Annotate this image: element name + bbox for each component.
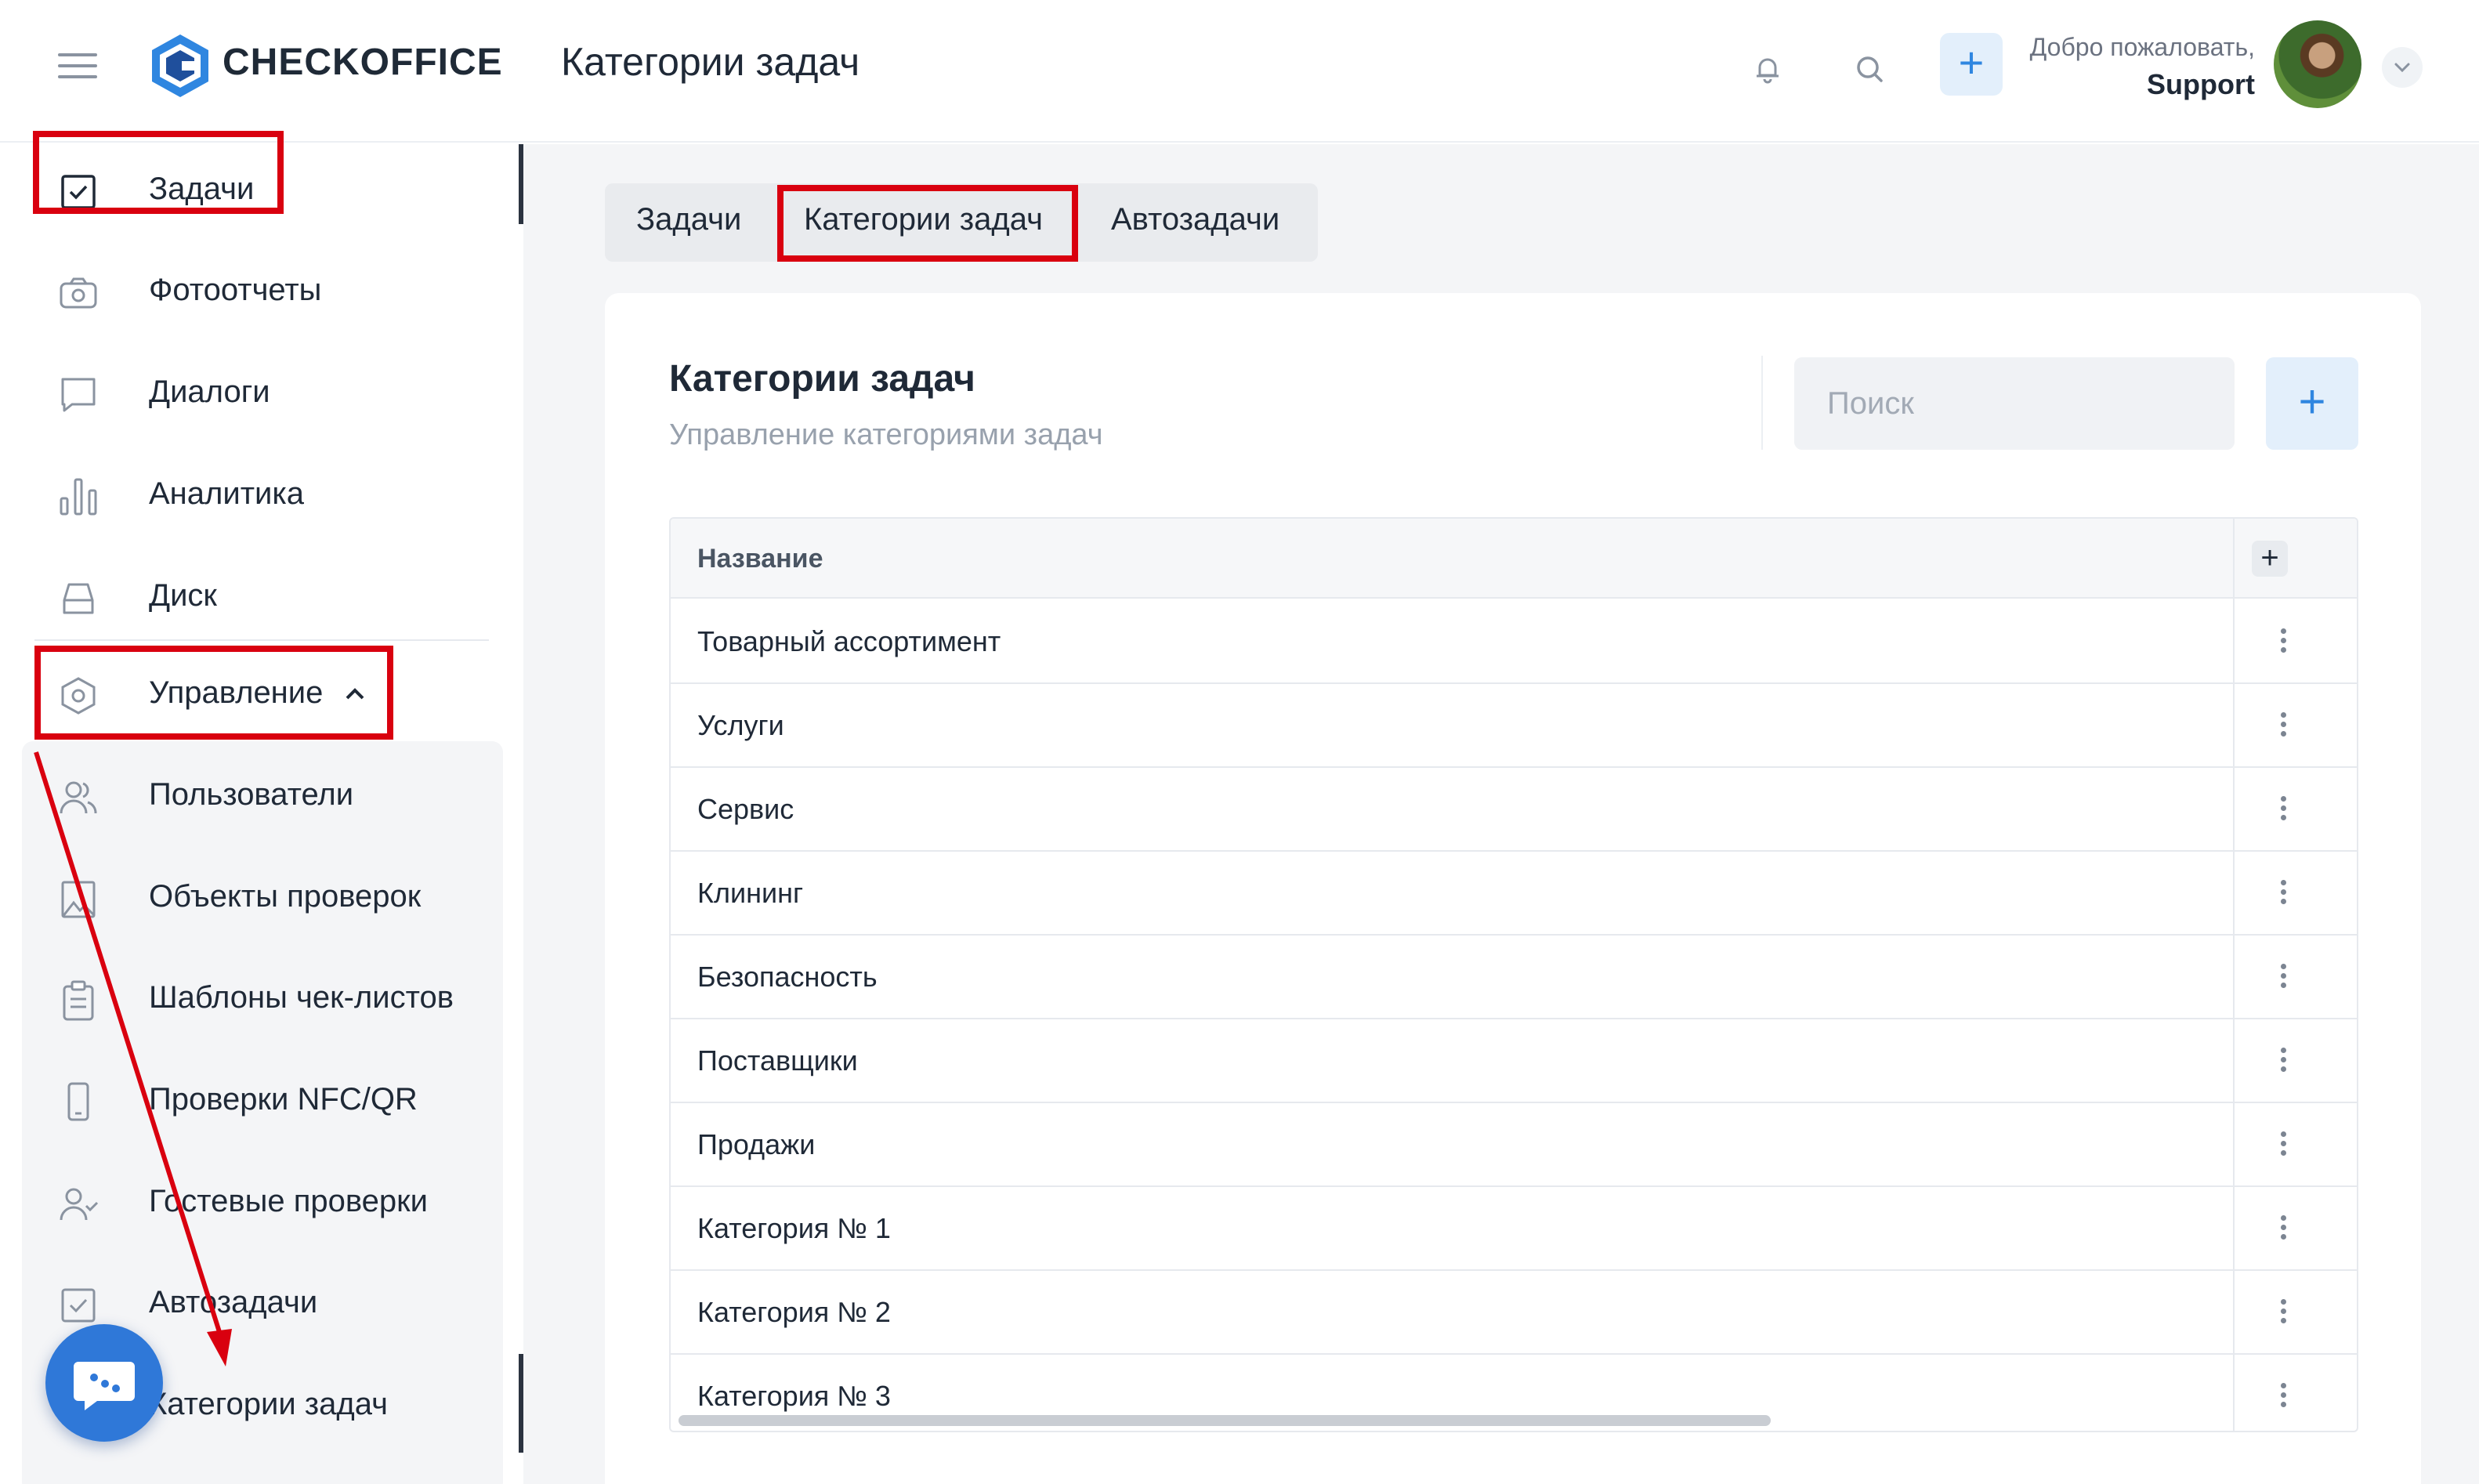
main-content: Задачи Категории задач Автозадачи Катего…: [523, 144, 2479, 1484]
table-row[interactable]: Продажи: [671, 1103, 2357, 1187]
category-name: Поставщики: [697, 1044, 858, 1077]
bar-chart-icon: [60, 478, 97, 516]
more-options-icon[interactable]: [2274, 791, 2293, 826]
sidebar-item-disk[interactable]: Диск: [0, 548, 501, 642]
more-options-icon[interactable]: [2274, 1294, 2293, 1329]
avatar[interactable]: [2274, 20, 2361, 108]
sidebar-item-label: Диск: [149, 578, 217, 613]
brand-name: CHECKOFFICE: [223, 42, 503, 83]
more-options-icon[interactable]: [2274, 875, 2293, 910]
sidebar-item-nfc-qr-checks[interactable]: Проверки NFC/QR: [0, 1052, 501, 1146]
tab-tasks[interactable]: Задачи: [636, 202, 741, 237]
category-name: Услуги: [697, 709, 784, 741]
sidebar-item-label: Пользователи: [149, 777, 354, 812]
sidebar: Задачи Фотоотчеты Диалоги Аналитика Диск: [0, 131, 523, 1484]
more-options-icon[interactable]: [2274, 1378, 2293, 1413]
sidebar-item-analytics[interactable]: Аналитика: [0, 447, 501, 541]
table-row[interactable]: Сервис: [671, 768, 2357, 852]
table-row[interactable]: Товарный ассортимент: [671, 600, 2357, 684]
horizontal-scrollbar[interactable]: [679, 1415, 1771, 1426]
chevron-down-icon: [2394, 63, 2410, 73]
card-title: Категории задач: [669, 358, 975, 400]
category-name: Сервис: [697, 793, 794, 825]
more-options-icon[interactable]: [2274, 624, 2293, 658]
camera-icon: [60, 277, 97, 309]
checkbox-icon: [61, 1288, 96, 1323]
sidebar-item-label: Фотоотчеты: [149, 273, 322, 307]
chat-bubble-icon: [74, 1362, 135, 1410]
support-chat-button[interactable]: [45, 1324, 163, 1442]
sidebar-item-label: Автозадачи: [149, 1285, 318, 1319]
sidebar-item-label: Шаблоны чек-листов: [149, 980, 454, 1015]
table-row[interactable]: Категория № 2: [671, 1271, 2357, 1355]
highlight-box-management: [34, 646, 393, 740]
building-icon: [61, 881, 96, 918]
sidebar-item-label: Гостевые проверки: [149, 1184, 428, 1218]
phone-icon: [67, 1082, 89, 1121]
more-options-icon[interactable]: [2274, 708, 2293, 742]
search-input[interactable]: [1794, 357, 2235, 450]
sidebar-divider: [34, 639, 489, 641]
chat-icon: [61, 378, 96, 412]
category-name: Товарный ассортимент: [697, 625, 1001, 657]
table-header: Название +: [671, 519, 2357, 599]
more-options-icon[interactable]: [2274, 1127, 2293, 1161]
category-name: Категория № 3: [697, 1380, 891, 1412]
sidebar-item-check-objects[interactable]: Объекты проверок: [0, 849, 501, 943]
welcome-block: Добро пожаловать, Support: [2030, 33, 2255, 101]
top-header: CHECKOFFICE Категории задач + Добро пожа…: [0, 0, 2479, 143]
header-separator: [1761, 356, 1763, 450]
sidebar-item-label: Проверки NFC/QR: [149, 1082, 418, 1117]
table-row[interactable]: Безопасность: [671, 936, 2357, 1019]
sidebar-item-label: Диалоги: [149, 375, 270, 409]
tab-autotasks[interactable]: Автозадачи: [1111, 202, 1279, 237]
column-header-name[interactable]: Название: [697, 544, 823, 574]
column-separator: [2233, 519, 2235, 1431]
sidebar-item-label: Категории задач: [149, 1387, 388, 1421]
sidebar-item-checklist-templates[interactable]: Шаблоны чек-листов: [0, 950, 501, 1044]
users-icon: [60, 781, 97, 814]
user-check-icon: [60, 1188, 99, 1221]
welcome-text: Добро пожаловать,: [2029, 33, 2255, 61]
more-options-icon[interactable]: [2274, 959, 2293, 994]
highlight-box-tasks: [33, 131, 284, 214]
more-options-icon[interactable]: [2274, 1211, 2293, 1245]
sidebar-item-guest-checks[interactable]: Гостевые проверки: [0, 1154, 501, 1248]
category-name: Продажи: [697, 1128, 816, 1160]
category-name: Безопасность: [697, 961, 878, 993]
menu-icon[interactable]: [58, 50, 97, 81]
category-name: Категория № 2: [697, 1296, 891, 1328]
add-column-button[interactable]: +: [2252, 541, 2288, 577]
clipboard-icon: [63, 980, 94, 1021]
bell-icon[interactable]: [1746, 47, 1790, 91]
category-name: Категория № 1: [697, 1212, 891, 1244]
categories-table: Название + Товарный ассортимент Услуги С…: [669, 517, 2358, 1432]
sidebar-item-users[interactable]: Пользователи: [0, 747, 501, 842]
user-name: Support: [2147, 68, 2255, 100]
drive-icon: [63, 583, 94, 614]
table-row[interactable]: Поставщики: [671, 1019, 2357, 1103]
search-icon[interactable]: [1847, 47, 1891, 91]
sidebar-item-photo-reports[interactable]: Фотоотчеты: [0, 243, 501, 337]
category-name: Клининг: [697, 877, 804, 909]
checkoffice-logo-icon: [152, 34, 208, 97]
sidebar-item-dialogs[interactable]: Диалоги: [0, 345, 501, 439]
add-category-button[interactable]: +: [2266, 357, 2358, 450]
quick-add-button[interactable]: +: [1940, 33, 2003, 96]
highlight-box-tab: [777, 185, 1078, 262]
more-options-icon[interactable]: [2274, 1043, 2293, 1077]
table-row[interactable]: Категория № 1: [671, 1187, 2357, 1271]
categories-card: Категории задач Управление категориями з…: [605, 293, 2421, 1484]
table-row[interactable]: Клининг: [671, 852, 2357, 936]
sidebar-item-label: Аналитика: [149, 476, 304, 511]
table-row[interactable]: Услуги: [671, 684, 2357, 768]
page-title: Категории задач: [561, 40, 860, 84]
card-subtitle: Управление категориями задач: [669, 418, 1103, 451]
sidebar-item-label: Объекты проверок: [149, 879, 422, 914]
user-menu-button[interactable]: [2382, 47, 2423, 88]
